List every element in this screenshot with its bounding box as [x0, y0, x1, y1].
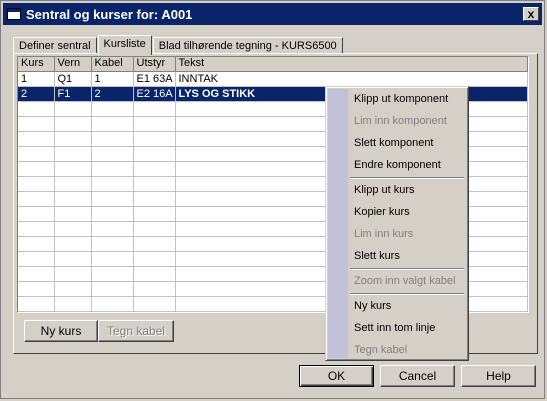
column-header-utstyr[interactable]: Utstyr	[133, 57, 176, 72]
window-icon	[7, 8, 21, 20]
menu-item-tegn-kabel[interactable]: Tegn kabel	[354, 341, 407, 359]
menu-separator	[350, 293, 464, 295]
cancel-button[interactable]: Cancel	[380, 365, 455, 387]
column-header-kurs[interactable]: Kurs	[18, 57, 55, 72]
help-button[interactable]: Help	[461, 365, 536, 387]
menu-item-klipp-ut-kurs[interactable]: Klipp ut kurs	[354, 181, 415, 199]
menu-item-lim-inn-kurs[interactable]: Lim inn kurs	[354, 225, 413, 243]
cell-utstyr: E1 63A	[133, 71, 176, 87]
cell-kabel: 2	[91, 86, 134, 102]
tab-blad-tegning[interactable]: Blad tilhørende tegning - KURS6500	[152, 37, 343, 54]
window-title: Sentral og kurser for: A001	[26, 6, 193, 22]
menu-item-ny-kurs[interactable]: Ny kurs	[354, 297, 391, 315]
menu-item-slett-kurs[interactable]: Slett kurs	[354, 247, 400, 265]
tab-definer-sentral[interactable]: Definer sentral	[13, 37, 97, 54]
cell-kurs: 2	[18, 86, 55, 102]
cell-vern: Q1	[54, 71, 92, 87]
menu-item-slett-komponent[interactable]: Slett komponent	[354, 134, 434, 152]
menu-separator	[350, 177, 464, 179]
menu-separator	[350, 268, 464, 270]
title-bar[interactable]: Sentral og kurser for: A001 x	[3, 3, 542, 25]
column-header-vern[interactable]: Vern	[54, 57, 92, 72]
cell-vern: F1	[54, 86, 92, 102]
menu-item-klipp-ut-komponent[interactable]: Klipp ut komponent	[354, 90, 448, 108]
tab-strip: Definer sentral Kursliste Blad tilhørend…	[13, 35, 344, 55]
table-header-row: Kurs Vern Kabel Utstyr Tekst	[18, 57, 528, 72]
ny-kurs-button[interactable]: Ny kurs	[24, 320, 98, 342]
cell-kurs: 1	[18, 71, 55, 87]
cell-tekst: INNTAK	[175, 71, 528, 87]
tegn-kabel-button[interactable]: Tegn kabel	[98, 320, 174, 342]
table-row[interactable]: 1 Q1 1 E1 63A INNTAK	[18, 71, 528, 87]
context-menu: Klipp ut komponent Lim inn komponent Sle…	[325, 86, 469, 361]
menu-item-zoom-inn-valgt-kabel[interactable]: Zoom inn valgt kabel	[354, 272, 456, 290]
close-icon[interactable]: x	[523, 7, 539, 21]
menu-item-kopier-kurs[interactable]: Kopier kurs	[354, 203, 410, 221]
menu-item-endre-komponent[interactable]: Endre komponent	[354, 156, 441, 174]
ok-button[interactable]: OK	[299, 365, 374, 387]
cell-utstyr: E2 16A	[133, 86, 176, 102]
menu-item-lim-inn-komponent[interactable]: Lim inn komponent	[354, 112, 447, 130]
cell-kabel: 1	[91, 71, 134, 87]
menu-icon-stripe	[328, 89, 348, 358]
column-header-kabel[interactable]: Kabel	[91, 57, 134, 72]
tab-kursliste[interactable]: Kursliste	[97, 35, 152, 55]
column-header-tekst[interactable]: Tekst	[175, 57, 528, 72]
menu-item-sett-inn-tom-linje[interactable]: Sett inn tom linje	[354, 319, 435, 337]
